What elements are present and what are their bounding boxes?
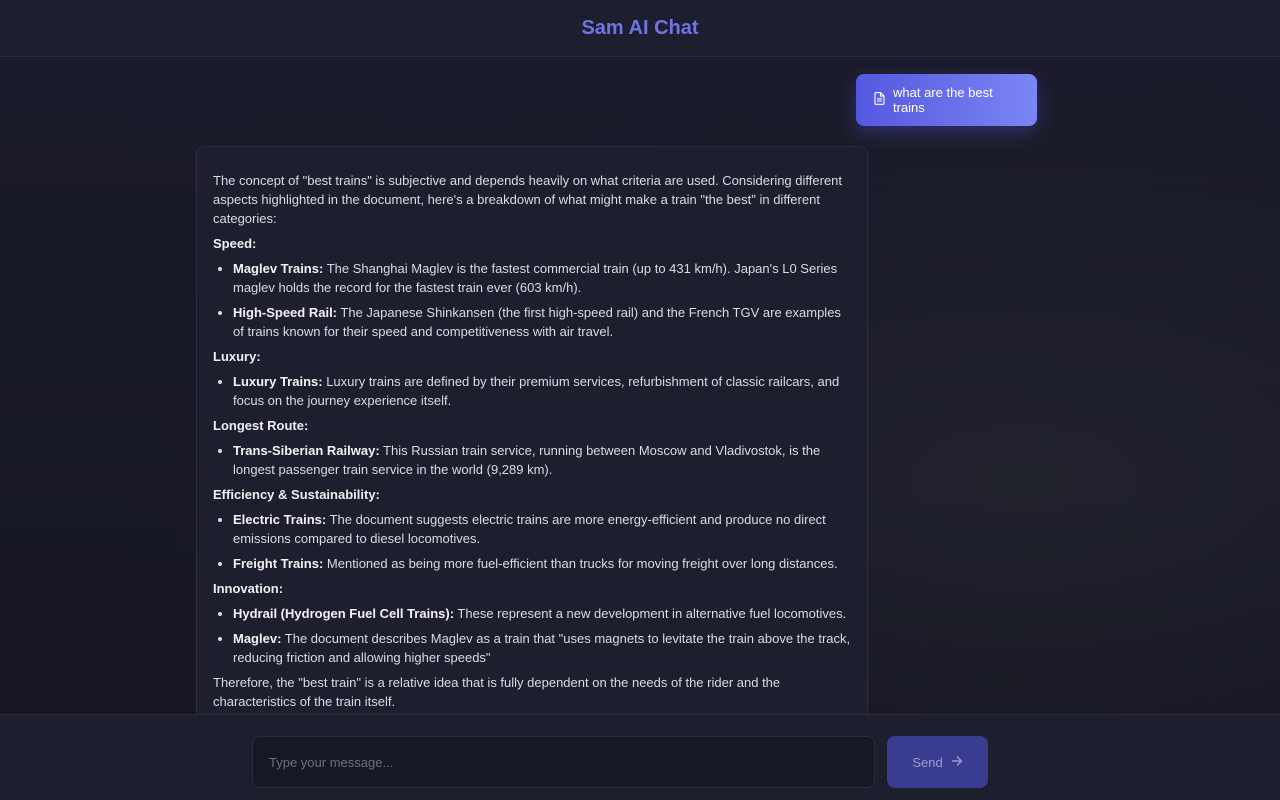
list-item-label: Hydrail (Hydrogen Fuel Cell Trains): (233, 606, 455, 621)
composer-bar: Send (0, 714, 1280, 800)
section-heading: Innovation: (213, 581, 284, 596)
message-input[interactable] (252, 736, 875, 788)
list-item-label: Maglev Trains: (233, 261, 324, 276)
send-button[interactable]: Send (887, 736, 988, 788)
section-heading: Luxury: (213, 349, 261, 364)
list-item-text: Luxury trains are defined by their premi… (233, 374, 840, 408)
list-item-text: The Shanghai Maglev is the fastest comme… (233, 261, 838, 295)
list-item: Maglev: The document describes Maglev as… (233, 629, 851, 667)
list-item: Trans-Siberian Railway: This Russian tra… (233, 441, 851, 479)
list-item-label: Trans-Siberian Railway: (233, 443, 380, 458)
list-item-label: Luxury Trains: (233, 374, 323, 389)
list-item: Freight Trains: Mentioned as being more … (233, 554, 851, 573)
section-list: Hydrail (Hydrogen Fuel Cell Trains): The… (213, 604, 851, 667)
section-list: Luxury Trains: Luxury trains are defined… (213, 372, 851, 410)
list-item: High-Speed Rail: The Japanese Shinkansen… (233, 303, 851, 341)
document-icon (874, 92, 885, 108)
list-item: Hydrail (Hydrogen Fuel Cell Trains): The… (233, 604, 851, 623)
section-heading: Longest Route: (213, 418, 309, 433)
list-item: Electric Trains: The document suggests e… (233, 510, 851, 548)
assistant-conclusion: Therefore, the "best train" is a relativ… (213, 675, 781, 709)
section-list: Electric Trains: The document suggests e… (213, 510, 851, 573)
app-header: Sam AI Chat (0, 0, 1280, 57)
list-item: Luxury Trains: Luxury trains are defined… (233, 372, 851, 410)
section-list: Maglev Trains: The Shanghai Maglev is th… (213, 259, 851, 341)
section-list: Trans-Siberian Railway: This Russian tra… (213, 441, 851, 479)
list-item-label: High-Speed Rail: (233, 305, 338, 320)
list-item: Maglev Trains: The Shanghai Maglev is th… (233, 259, 851, 297)
assistant-intro: The concept of "best trains" is subjecti… (213, 173, 843, 226)
arrow-right-icon (951, 755, 963, 770)
app-title: Sam AI Chat (581, 16, 699, 39)
send-button-label: Send (912, 754, 943, 770)
section-heading: Speed: (213, 236, 257, 251)
list-item-label: Freight Trains: (233, 556, 324, 571)
list-item-label: Electric Trains: (233, 512, 327, 527)
user-message-text: what are the best trains (893, 85, 993, 115)
list-item-text: The document describes Maglev as a train… (233, 631, 851, 665)
list-item-text: These represent a new development in alt… (454, 606, 847, 621)
list-item-label: Maglev: (233, 631, 282, 646)
section-heading: Efficiency & Sustainability: (213, 487, 380, 502)
user-message-bubble: what are the best trains (856, 74, 1037, 126)
list-item-text: Mentioned as being more fuel-efficient t… (323, 556, 838, 571)
assistant-message-bubble: The concept of "best trains" is subjecti… (196, 146, 868, 746)
